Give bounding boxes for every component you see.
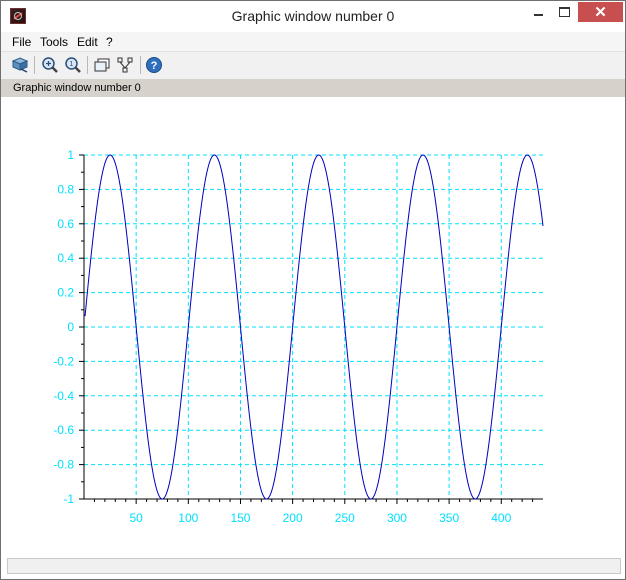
x-tick-label: 350 [439, 511, 459, 525]
rotate-icon [11, 57, 29, 73]
sine-plot[interactable]: 1 0.8 0.6 0.4 0.2 0 -0.2 -0.4 -0.6 -0.8 -1 50 100 150… [1, 97, 625, 557]
y-tick-label: 0.8 [57, 182, 74, 196]
y-tick-label: 0.6 [57, 217, 74, 231]
zoom-in-icon [42, 57, 58, 73]
graphic-window: Graphic window number 0 ✕ File Tools Edi… [0, 0, 626, 580]
edit-axes-button[interactable] [114, 55, 136, 75]
svg-text:1: 1 [70, 61, 74, 68]
info-bar: Graphic window number 0 [1, 79, 625, 97]
toolbar-separator [34, 56, 35, 74]
maximize-icon [558, 7, 570, 17]
toolbar-separator [140, 56, 141, 74]
x-tick-label: 300 [387, 511, 407, 525]
menu-edit[interactable]: Edit [77, 35, 98, 49]
minimize-icon [533, 14, 543, 16]
help-button[interactable]: ? [143, 55, 165, 75]
y-tick-label: -0.4 [53, 389, 74, 403]
status-bar [7, 558, 621, 574]
rotate-button[interactable] [9, 55, 31, 75]
maximize-button[interactable] [551, 2, 577, 22]
y-tick-label: -0.8 [53, 458, 74, 472]
toolbar-separator [87, 56, 88, 74]
zoom-reset-button[interactable]: 1 [62, 55, 84, 75]
menu-bar: File Tools Edit ? [1, 32, 625, 52]
zoom-in-button[interactable] [39, 55, 61, 75]
menu-file[interactable]: File [12, 35, 31, 49]
y-tick-label: -0.6 [53, 423, 74, 437]
x-tick-label: 400 [491, 511, 511, 525]
x-tick-label: 200 [283, 511, 303, 525]
title-bar[interactable]: Graphic window number 0 ✕ [1, 1, 625, 32]
x-tick-label: 250 [335, 511, 355, 525]
menu-tools[interactable]: Tools [40, 35, 68, 49]
info-bar-text: Graphic window number 0 [13, 82, 141, 94]
menu-help[interactable]: ? [106, 35, 113, 49]
x-tick-label: 50 [129, 511, 143, 525]
datatip-button[interactable] [91, 55, 113, 75]
datatip-icon [94, 58, 110, 72]
sine-series-line [84, 154, 544, 500]
close-button[interactable]: ✕ [578, 2, 623, 22]
zoom-reset-icon: 1 [65, 57, 81, 73]
plot-area[interactable]: 1 0.8 0.6 0.4 0.2 0 -0.2 -0.4 -0.6 -0.8 -1 50 100 150… [1, 97, 625, 557]
y-tick-label: 0.2 [57, 286, 74, 300]
x-tick-label: 150 [230, 511, 250, 525]
minimize-button[interactable] [525, 2, 551, 22]
y-tick-label: 0 [67, 320, 74, 334]
close-icon: ✕ [594, 4, 607, 21]
help-icon: ? [146, 57, 162, 73]
y-tick-label: -0.2 [53, 354, 74, 368]
y-tick-label: 0.4 [57, 251, 74, 265]
edit-axes-icon [117, 57, 133, 73]
y-tick-label: 1 [67, 148, 74, 162]
svg-text:?: ? [151, 60, 158, 72]
toolbar: 1 ? [1, 52, 625, 80]
y-tick-label: -1 [63, 492, 74, 506]
x-tick-label: 100 [178, 511, 198, 525]
